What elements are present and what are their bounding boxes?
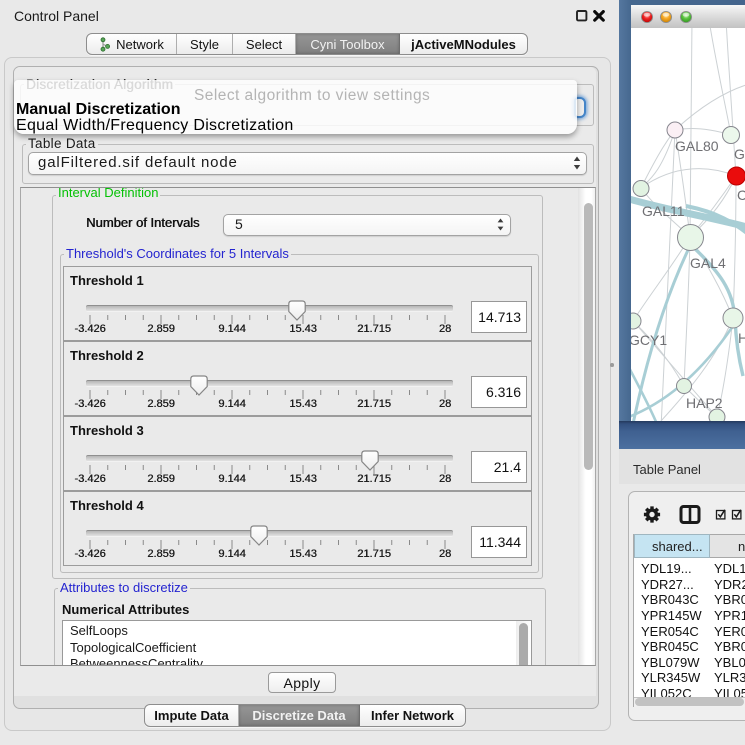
svg-text:HAP2: HAP2 (686, 395, 723, 411)
svg-text:H: H (738, 330, 745, 346)
svg-text:GAL80: GAL80 (675, 138, 719, 154)
svg-text:GA: GA (734, 146, 745, 162)
svg-text:GCY1: GCY1 (631, 332, 667, 348)
svg-text:C: C (737, 187, 745, 203)
svg-text:GAL4: GAL4 (690, 255, 726, 271)
svg-text:GAL11: GAL11 (642, 203, 685, 219)
